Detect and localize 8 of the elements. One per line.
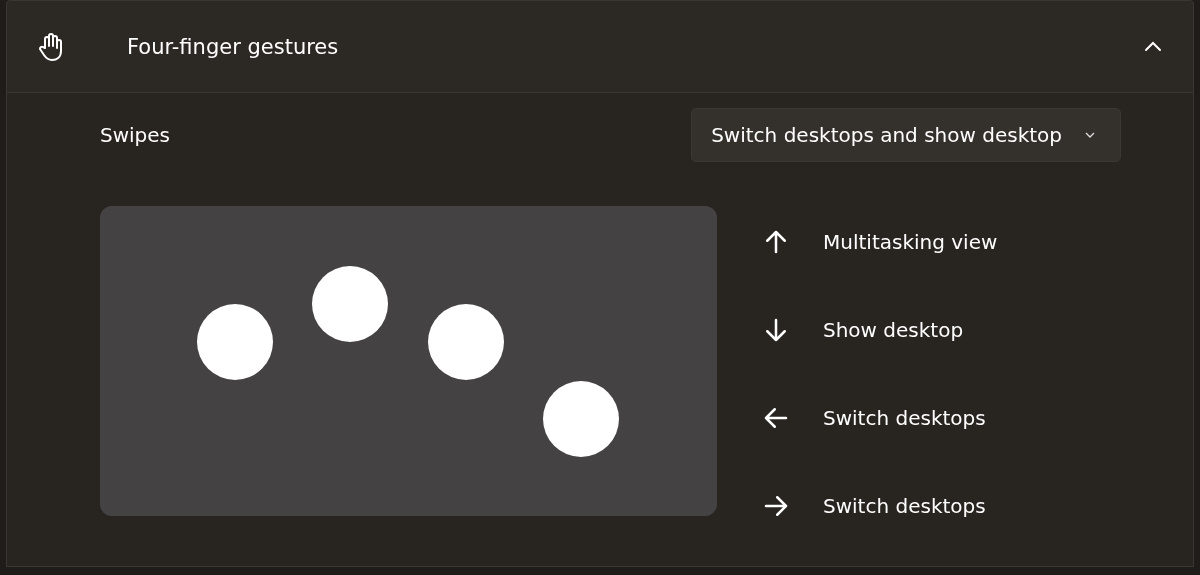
section-title: Four-finger gestures <box>127 34 340 59</box>
swipes-dropdown[interactable]: Switch desktops and show desktop <box>691 108 1121 162</box>
section-header[interactable]: Four-finger gestures <box>6 0 1194 93</box>
gesture-label: Multitasking view <box>823 230 998 254</box>
gesture-label: Switch desktops <box>823 494 986 518</box>
gesture-label: Show desktop <box>823 318 964 342</box>
swipes-label: Swipes <box>100 123 171 147</box>
gesture-label: Switch desktops <box>823 406 986 430</box>
